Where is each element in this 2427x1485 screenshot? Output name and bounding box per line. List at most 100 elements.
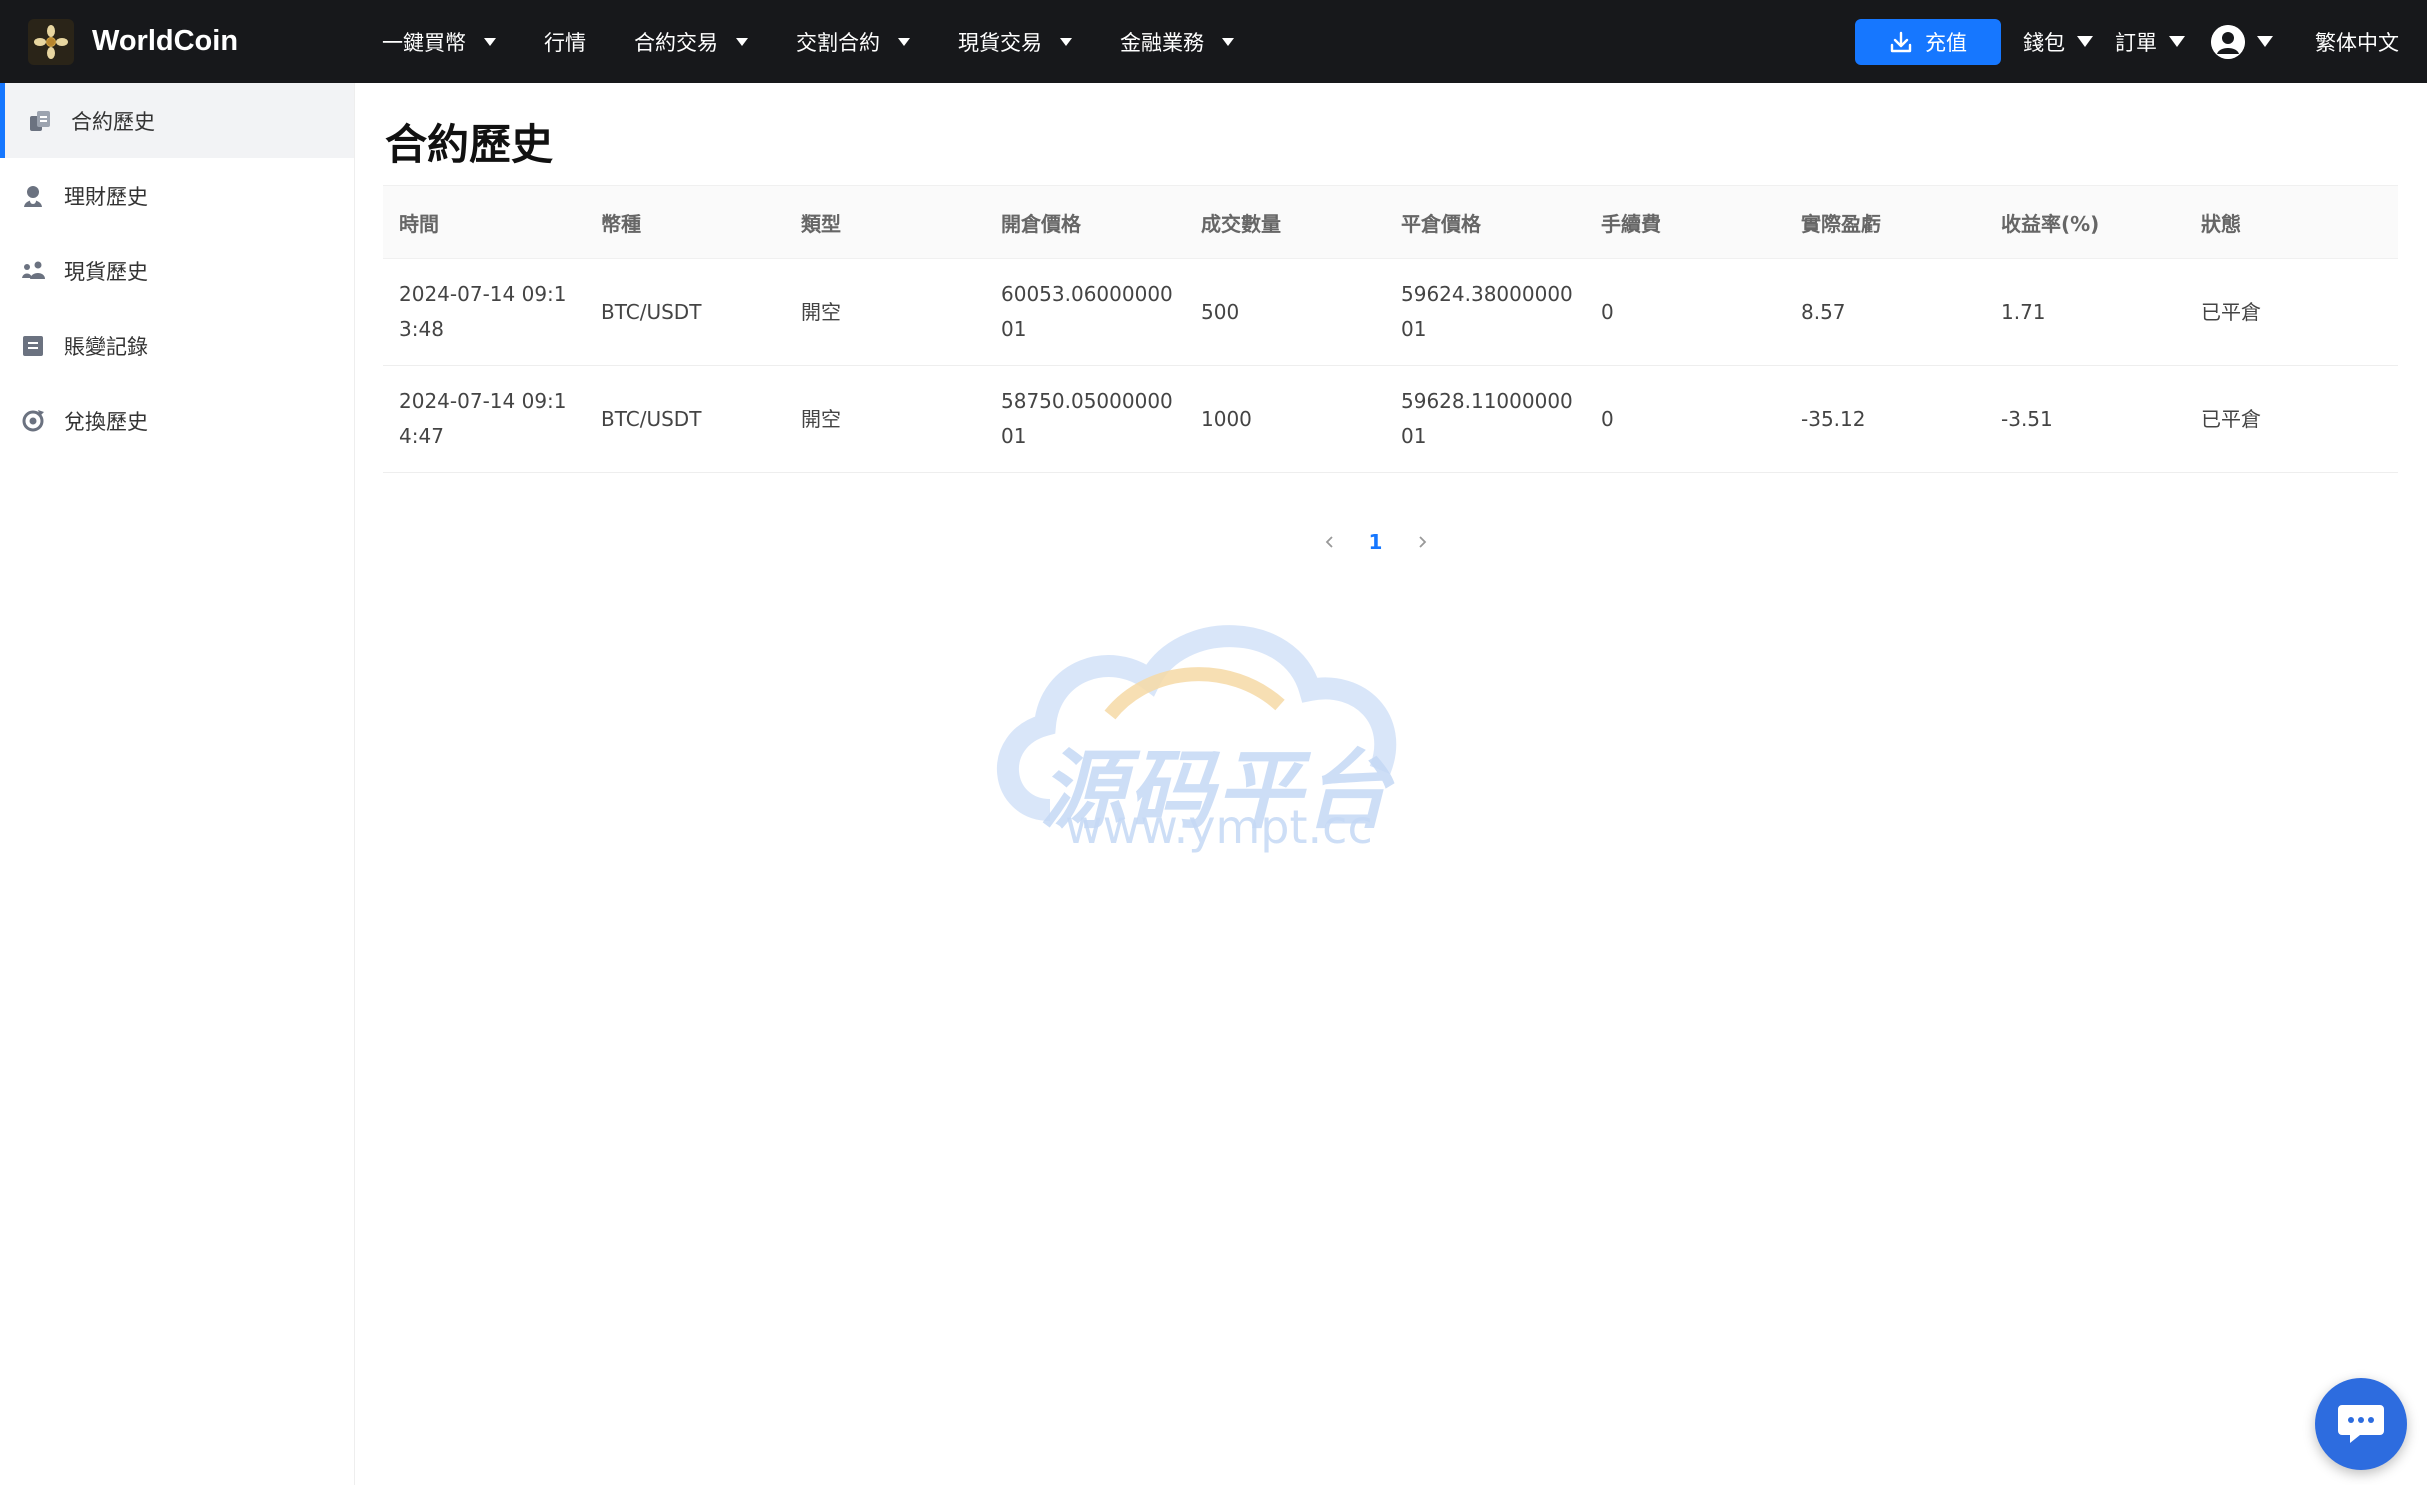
page-title: 合約歷史 (385, 120, 554, 169)
cell-pnl: -35.12 (1785, 365, 1985, 473)
top-navbar: WorldCoin 一鍵買幣 行情 合約交易 交割合約 現貨交易 金融業務 充值… (0, 0, 2427, 83)
nav-item-contract-trading[interactable]: 合約交易 (610, 0, 772, 83)
nav-item-label: 行情 (544, 30, 586, 55)
cell-fee: 0 (1585, 365, 1785, 473)
column-header-close-price: 平倉價格 (1385, 185, 1585, 259)
cell-quantity: 1000 (1185, 365, 1385, 473)
download-icon (1890, 31, 1912, 52)
cell-status: 已平倉 (2185, 258, 2398, 366)
wallet-label: 錢包 (2023, 30, 2065, 55)
finance-history-icon (18, 181, 48, 211)
sidebar-item-account-record[interactable]: 賬變記錄 (0, 308, 354, 383)
watermark: 源码平台 www.ympt.cc (990, 610, 1430, 874)
column-header-fee: 手續費 (1585, 185, 1785, 259)
nav-item-delivery-contract[interactable]: 交割合約 (772, 0, 934, 83)
top-right-menu: 充值 錢包 訂單 繁体中文 (1855, 0, 2399, 83)
pagination: 1 (353, 519, 2398, 565)
cell-close-price: 59624.3800000001 (1385, 258, 1585, 366)
nav-item-market[interactable]: 行情 (520, 0, 610, 83)
user-menu[interactable] (2211, 24, 2273, 59)
cell-time: 2024-07-14 09:13:48 (383, 258, 585, 366)
sidebar-item-label: 合約歷史 (71, 109, 155, 134)
watermark-url: www.ympt.cc (1065, 800, 1373, 854)
chevron-right-icon (1418, 536, 1426, 548)
brand-logo-icon (28, 18, 74, 65)
nav-item-label: 現貨交易 (958, 30, 1042, 55)
sidebar-item-label: 賬變記錄 (64, 334, 148, 359)
chevron-left-icon (1325, 536, 1333, 548)
recharge-label: 充值 (1925, 30, 1967, 55)
orders-label: 訂單 (2115, 30, 2157, 55)
nav-item-quick-buy[interactable]: 一鍵買幣 (358, 0, 520, 83)
nav-item-label: 金融業務 (1120, 30, 1204, 55)
watermark-title: 源码平台 (1040, 741, 1392, 841)
caret-down-icon (2077, 36, 2093, 47)
column-header-time: 時間 (383, 185, 585, 259)
sidebar-item-finance-history[interactable]: 理財歷史 (0, 158, 354, 233)
account-record-icon (18, 331, 48, 361)
wallet-menu[interactable]: 錢包 (2023, 27, 2093, 57)
caret-down-icon (1060, 37, 1072, 46)
column-header-yield: 收益率(%) (1985, 185, 2185, 259)
cell-quantity: 500 (1185, 258, 1385, 366)
cell-type: 開空 (785, 365, 985, 473)
brand[interactable]: WorldCoin (28, 18, 358, 65)
spot-history-icon (18, 256, 48, 286)
orders-menu[interactable]: 訂單 (2115, 27, 2185, 57)
sidebar-item-contract-history[interactable]: 合約歷史 (0, 83, 354, 158)
nav-item-finance[interactable]: 金融業務 (1096, 0, 1258, 83)
cell-coin: BTC/USDT (585, 365, 785, 473)
cell-yield: 1.71 (1985, 258, 2185, 366)
sidebar: 合約歷史 理財歷史 現貨歷史 賬變記錄 兌換歷史 (0, 83, 355, 1485)
cell-close-price: 59628.1100000001 (1385, 365, 1585, 473)
nav-item-spot-trading[interactable]: 現貨交易 (934, 0, 1096, 83)
prev-page-button[interactable] (1307, 519, 1353, 565)
sidebar-item-label: 現貨歷史 (64, 259, 148, 284)
cell-type: 開空 (785, 258, 985, 366)
table-row: 2024-07-14 09:14:47 BTC/USDT 開空 58750.05… (383, 365, 2398, 473)
language-menu[interactable]: 繁体中文 (2315, 27, 2399, 57)
sidebar-item-exchange-history[interactable]: 兌換歷史 (0, 383, 354, 458)
caret-down-icon (2257, 36, 2273, 47)
sidebar-item-spot-history[interactable]: 現貨歷史 (0, 233, 354, 308)
chat-icon (2338, 1405, 2384, 1443)
cell-time: 2024-07-14 09:14:47 (383, 365, 585, 473)
column-header-pnl: 實際盈虧 (1785, 185, 1985, 259)
column-header-type: 類型 (785, 185, 985, 259)
table-header-row: 時間 幣種 類型 開倉價格 成交數量 平倉價格 手續費 實際盈虧 收益率(%) … (383, 185, 2398, 259)
sidebar-item-label: 理財歷史 (64, 184, 148, 209)
exchange-history-icon (18, 406, 48, 436)
chat-support-button[interactable] (2315, 1378, 2407, 1470)
nav-item-label: 一鍵買幣 (382, 30, 466, 55)
caret-down-icon (484, 37, 496, 46)
recharge-button[interactable]: 充值 (1855, 18, 2001, 65)
caret-down-icon (2169, 36, 2185, 47)
caret-down-icon (898, 37, 910, 46)
sidebar-item-label: 兌換歷史 (64, 409, 148, 434)
nav-item-label: 合約交易 (634, 30, 718, 55)
cell-coin: BTC/USDT (585, 258, 785, 366)
cell-yield: -3.51 (1985, 365, 2185, 473)
contract-history-icon (25, 106, 55, 136)
column-header-quantity: 成交數量 (1185, 185, 1385, 259)
cell-open-price: 58750.0500000001 (985, 365, 1185, 473)
cell-status: 已平倉 (2185, 365, 2398, 473)
column-header-coin: 幣種 (585, 185, 785, 259)
column-header-status: 狀態 (2185, 185, 2398, 259)
cell-pnl: 8.57 (1785, 258, 1985, 366)
user-avatar-icon (2211, 24, 2245, 59)
contract-history-table: 時間 幣種 類型 開倉價格 成交數量 平倉價格 手續費 實際盈虧 收益率(%) … (383, 185, 2398, 473)
table-row: 2024-07-14 09:13:48 BTC/USDT 開空 60053.06… (383, 258, 2398, 366)
cell-open-price: 60053.0600000001 (985, 258, 1185, 366)
nav-item-label: 交割合約 (796, 30, 880, 55)
caret-down-icon (1222, 37, 1234, 46)
language-label: 繁体中文 (2315, 30, 2399, 55)
page-number-button[interactable]: 1 (1353, 519, 1399, 565)
cloud-watermark-icon (997, 625, 1397, 821)
column-header-open-price: 開倉價格 (985, 185, 1185, 259)
caret-down-icon (736, 37, 748, 46)
main-nav: 一鍵買幣 行情 合約交易 交割合約 現貨交易 金融業務 (358, 0, 1258, 83)
brand-name: WorldCoin (92, 25, 239, 57)
next-page-button[interactable] (1399, 519, 1445, 565)
cell-fee: 0 (1585, 258, 1785, 366)
